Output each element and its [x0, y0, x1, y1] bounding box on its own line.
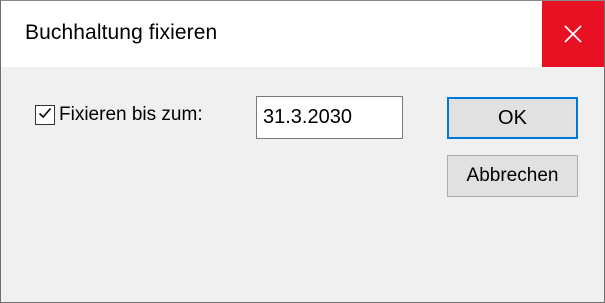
close-icon — [562, 23, 584, 45]
dialog-body: Fixieren bis zum: OK Abbrechen — [1, 67, 604, 302]
close-button[interactable] — [542, 1, 604, 67]
dialog-window: Buchhaltung fixieren Fixieren bis zum: 3… — [0, 0, 605, 303]
fix-until-label[interactable]: Fixieren bis zum: — [59, 104, 203, 126]
fix-until-row: Fixieren bis zum: — [35, 104, 203, 126]
dialog-title: Buchhaltung fixieren — [25, 21, 218, 44]
ok-button[interactable]: OK — [447, 97, 578, 139]
cancel-button[interactable]: Abbrechen — [447, 155, 578, 197]
fix-until-checkbox[interactable] — [35, 105, 55, 125]
title-bar[interactable]: Buchhaltung fixieren — [1, 1, 604, 67]
checkmark-icon — [37, 105, 53, 126]
fix-date-input[interactable] — [256, 96, 403, 139]
